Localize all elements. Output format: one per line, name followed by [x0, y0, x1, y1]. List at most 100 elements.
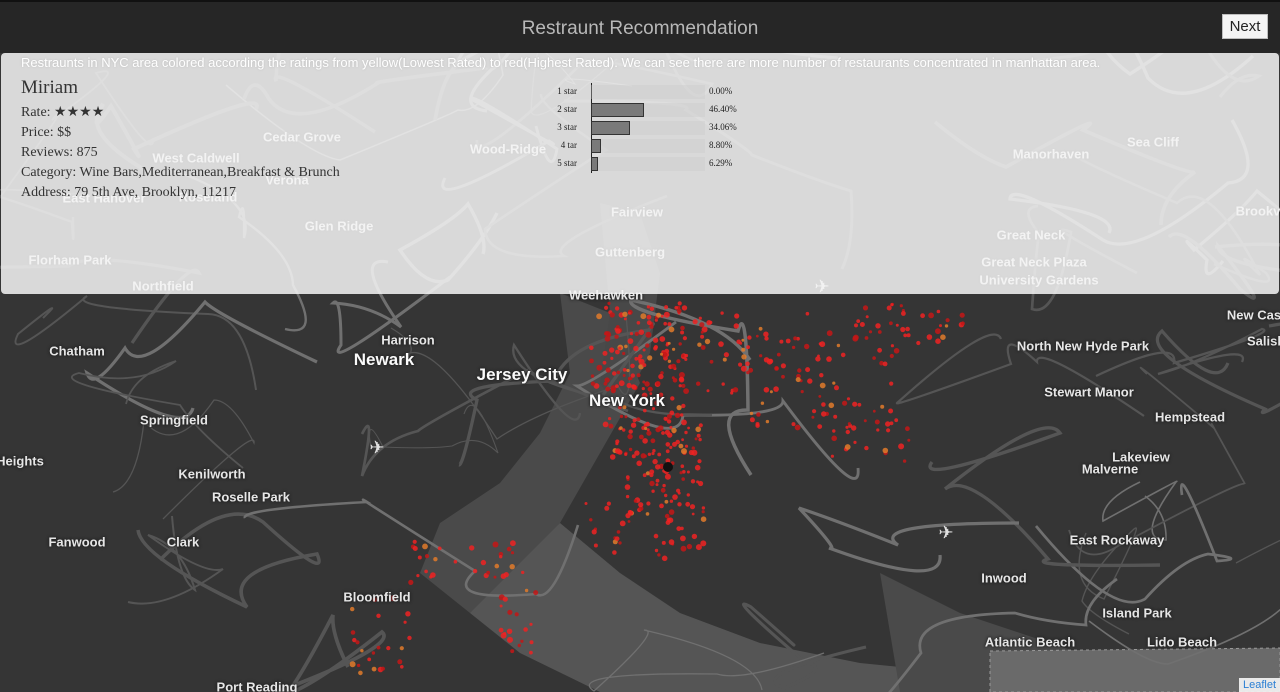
restaurant-marker[interactable]: [826, 356, 832, 362]
restaurant-marker[interactable]: [403, 620, 407, 624]
restaurant-marker[interactable]: [894, 418, 899, 423]
restaurant-marker[interactable]: [847, 422, 852, 426]
restaurant-marker[interactable]: [653, 533, 659, 539]
restaurant-marker[interactable]: [358, 670, 363, 676]
restaurant-marker[interactable]: [800, 390, 804, 394]
restaurant-marker[interactable]: [636, 417, 641, 422]
restaurant-marker[interactable]: [416, 574, 420, 578]
restaurant-marker[interactable]: [681, 438, 684, 442]
restaurant-marker[interactable]: [678, 384, 682, 388]
restaurant-marker[interactable]: [520, 639, 524, 643]
restaurant-marker[interactable]: [619, 414, 624, 419]
restaurant-marker[interactable]: [408, 579, 414, 586]
restaurant-marker[interactable]: [700, 540, 707, 547]
restaurant-marker[interactable]: [746, 345, 750, 350]
restaurant-marker[interactable]: [864, 336, 869, 340]
restaurant-marker[interactable]: [349, 661, 356, 668]
leaflet-attribution[interactable]: Leaflet: [1238, 678, 1280, 692]
restaurant-marker[interactable]: [690, 479, 696, 484]
restaurant-marker[interactable]: [500, 632, 507, 639]
restaurant-marker[interactable]: [655, 381, 661, 386]
restaurant-marker[interactable]: [668, 539, 675, 545]
restaurant-marker[interactable]: [686, 493, 690, 497]
restaurant-marker[interactable]: [863, 419, 867, 423]
restaurant-marker[interactable]: [397, 659, 403, 665]
restaurant-marker[interactable]: [852, 401, 858, 407]
restaurant-marker[interactable]: [633, 499, 638, 503]
restaurant-marker[interactable]: [694, 437, 698, 441]
restaurant-marker[interactable]: [615, 349, 620, 355]
restaurant-marker[interactable]: [663, 321, 667, 326]
restaurant-marker[interactable]: [723, 352, 730, 358]
restaurant-marker[interactable]: [514, 612, 519, 617]
restaurant-marker[interactable]: [472, 568, 478, 574]
restaurant-marker[interactable]: [815, 356, 821, 362]
restaurant-marker[interactable]: [596, 364, 603, 371]
restaurant-marker[interactable]: [749, 417, 755, 423]
restaurant-marker[interactable]: [872, 409, 876, 413]
restaurant-marker[interactable]: [774, 366, 779, 371]
restaurant-marker[interactable]: [697, 459, 702, 464]
restaurant-marker[interactable]: [697, 342, 702, 347]
restaurant-marker[interactable]: [676, 488, 681, 493]
restaurant-marker[interactable]: [939, 324, 942, 328]
restaurant-marker[interactable]: [684, 430, 688, 435]
restaurant-marker[interactable]: [638, 502, 644, 508]
restaurant-marker[interactable]: [627, 433, 633, 440]
restaurant-marker[interactable]: [360, 649, 364, 653]
restaurant-marker[interactable]: [686, 470, 690, 474]
restaurant-marker[interactable]: [791, 422, 796, 427]
restaurant-marker[interactable]: [612, 371, 617, 376]
restaurant-marker[interactable]: [590, 381, 596, 386]
restaurant-marker[interactable]: [634, 331, 639, 336]
restaurant-marker[interactable]: [619, 520, 626, 527]
restaurant-marker[interactable]: [780, 363, 787, 369]
restaurant-marker[interactable]: [680, 413, 684, 417]
restaurant-marker[interactable]: [664, 493, 668, 498]
restaurant-marker[interactable]: [718, 341, 724, 347]
restaurant-marker[interactable]: [845, 429, 850, 435]
restaurant-marker[interactable]: [900, 326, 906, 333]
restaurant-marker[interactable]: [502, 596, 508, 602]
restaurant-marker[interactable]: [694, 464, 701, 471]
restaurant-marker[interactable]: [663, 416, 668, 421]
restaurant-marker[interactable]: [865, 315, 869, 319]
restaurant-marker[interactable]: [882, 447, 889, 454]
restaurant-marker[interactable]: [785, 338, 791, 344]
restaurant-marker[interactable]: [627, 520, 631, 523]
restaurant-marker[interactable]: [608, 423, 614, 429]
restaurant-marker[interactable]: [669, 499, 674, 503]
restaurant-marker[interactable]: [422, 543, 428, 550]
restaurant-marker[interactable]: [604, 331, 609, 336]
restaurant-marker[interactable]: [831, 435, 837, 442]
restaurant-marker[interactable]: [650, 438, 656, 444]
restaurant-marker[interactable]: [638, 359, 642, 363]
restaurant-marker[interactable]: [622, 351, 626, 356]
restaurant-marker[interactable]: [529, 622, 533, 626]
restaurant-marker[interactable]: [625, 475, 630, 480]
restaurant-marker[interactable]: [760, 401, 765, 405]
restaurant-marker[interactable]: [604, 305, 609, 310]
restaurant-marker[interactable]: [738, 362, 743, 367]
restaurant-marker[interactable]: [627, 338, 634, 344]
restaurant-marker[interactable]: [437, 546, 442, 551]
restaurant-marker[interactable]: [832, 381, 836, 385]
restaurant-marker[interactable]: [407, 635, 412, 641]
restaurant-marker[interactable]: [818, 395, 822, 398]
restaurant-marker[interactable]: [641, 387, 645, 391]
restaurant-marker[interactable]: [676, 308, 682, 314]
restaurant-marker[interactable]: [629, 332, 634, 336]
restaurant-marker[interactable]: [670, 363, 677, 370]
restaurant-marker[interactable]: [593, 543, 598, 548]
restaurant-marker[interactable]: [627, 510, 633, 515]
restaurant-marker[interactable]: [905, 426, 910, 432]
restaurant-marker[interactable]: [755, 334, 759, 338]
restaurant-marker[interactable]: [840, 352, 846, 358]
restaurant-marker[interactable]: [589, 358, 594, 364]
restaurant-marker[interactable]: [524, 588, 529, 593]
restaurant-marker[interactable]: [901, 311, 906, 316]
restaurant-marker[interactable]: [882, 361, 888, 367]
restaurant-marker[interactable]: [889, 353, 894, 359]
restaurant-marker[interactable]: [935, 338, 941, 345]
restaurant-marker[interactable]: [356, 663, 361, 668]
